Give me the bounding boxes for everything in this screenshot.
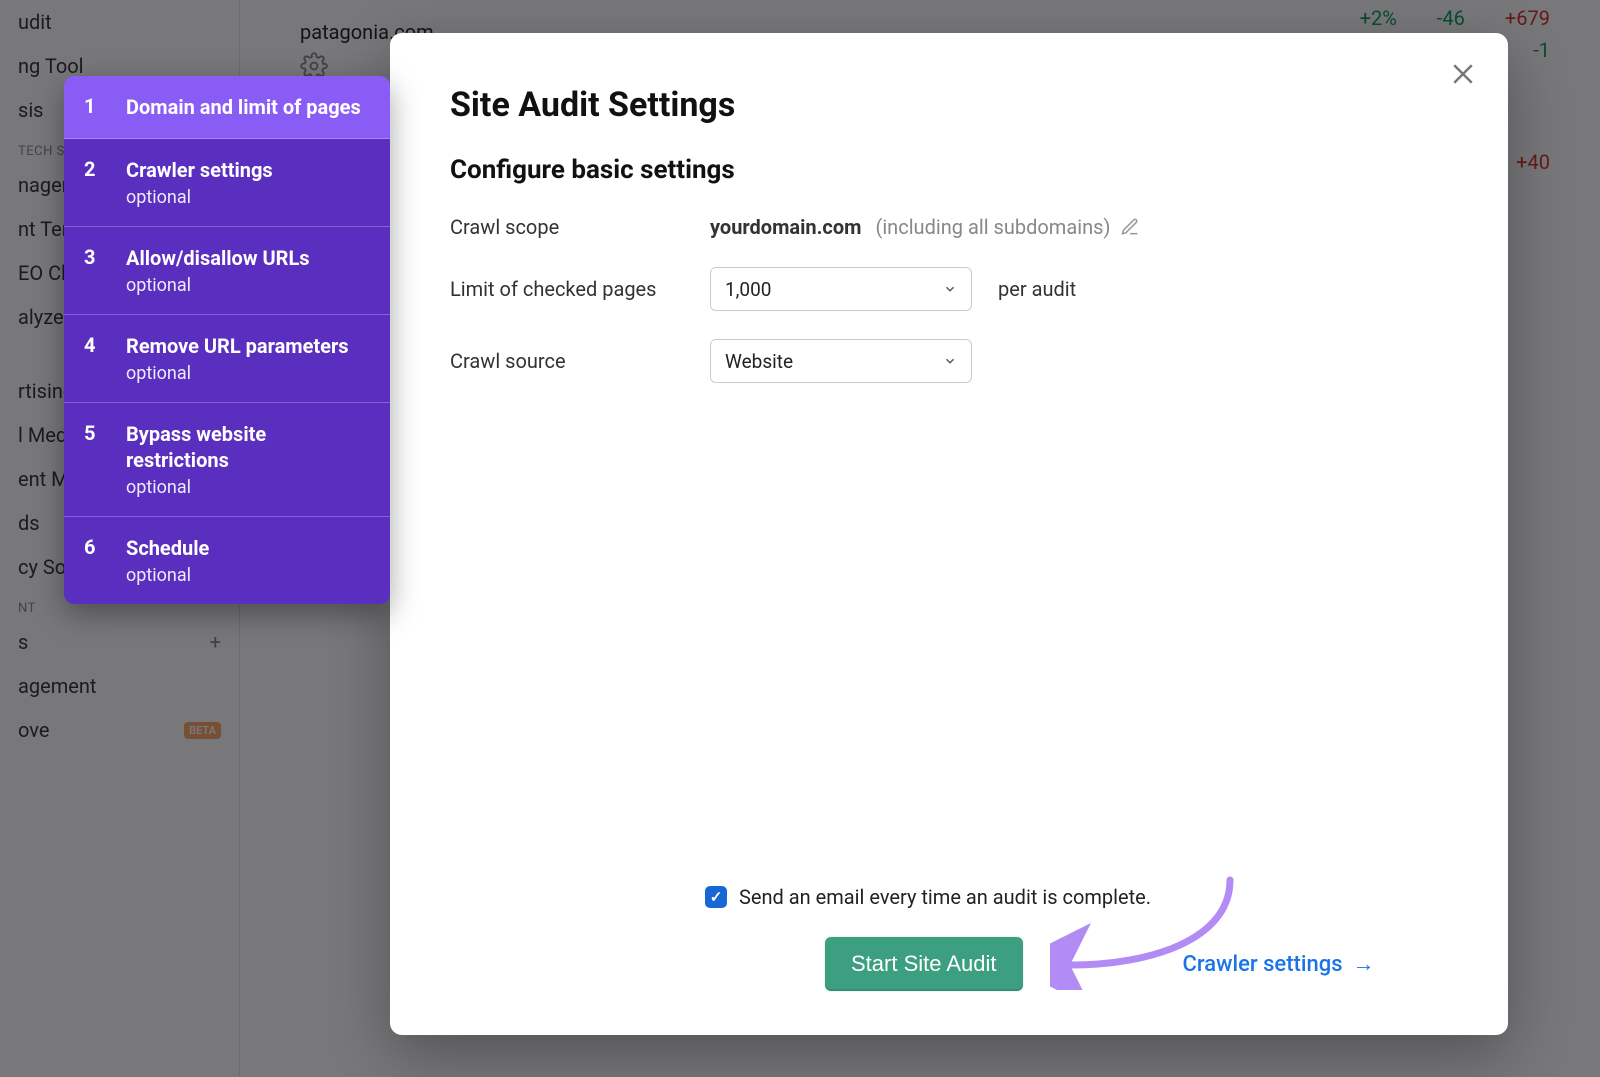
crawl-scope-value: yourdomain.com (710, 215, 861, 239)
chevron-down-icon (943, 282, 957, 296)
crawl-source-label: Crawl source (450, 349, 710, 373)
step-title: Remove URL parameters (126, 333, 370, 359)
limit-label: Limit of checked pages (450, 277, 710, 301)
step-crawler-settings[interactable]: 2 Crawler settings optional (64, 139, 390, 227)
modal-subtitle: Configure basic settings (450, 155, 1448, 185)
start-site-audit-button[interactable]: Start Site Audit (825, 937, 1023, 991)
step-optional: optional (126, 363, 370, 384)
step-number: 4 (84, 333, 102, 384)
step-optional: optional (126, 565, 370, 586)
step-domain-limit[interactable]: 1 Domain and limit of pages (64, 76, 390, 139)
arrow-right-icon: → (1353, 951, 1375, 977)
chevron-down-icon (943, 354, 957, 368)
modal-title: Site Audit Settings (450, 85, 1448, 125)
crawler-settings-link[interactable]: Crawler settings → (1183, 951, 1375, 977)
crawl-scope-label: Crawl scope (450, 215, 710, 239)
close-button[interactable] (1448, 59, 1478, 89)
crawl-scope-hint: (including all subdomains) (875, 215, 1110, 239)
step-optional: optional (126, 477, 370, 498)
step-optional: optional (126, 275, 370, 296)
step-title: Bypass website restrictions (126, 421, 370, 473)
limit-suffix: per audit (998, 277, 1076, 301)
email-notification-row: ✓ Send an email every time an audit is c… (450, 885, 1448, 909)
edit-icon[interactable] (1120, 217, 1140, 237)
email-checkbox-label: Send an email every time an audit is com… (739, 885, 1151, 909)
step-schedule[interactable]: 6 Schedule optional (64, 517, 390, 604)
site-audit-settings-modal: Site Audit Settings Configure basic sett… (390, 33, 1508, 1035)
step-optional: optional (126, 187, 370, 208)
crawl-scope-row: Crawl scope yourdomain.com (including al… (450, 215, 1448, 239)
close-icon (1448, 59, 1478, 89)
step-title: Allow/disallow URLs (126, 245, 370, 271)
step-number: 3 (84, 245, 102, 296)
step-title: Schedule (126, 535, 370, 561)
step-allow-disallow[interactable]: 3 Allow/disallow URLs optional (64, 227, 390, 315)
limit-select-value: 1,000 (725, 278, 771, 301)
limit-row: Limit of checked pages 1,000 per audit (450, 267, 1448, 311)
email-checkbox[interactable]: ✓ (705, 886, 727, 908)
step-title: Crawler settings (126, 157, 370, 183)
crawl-source-select[interactable]: Website (710, 339, 972, 383)
step-number: 6 (84, 535, 102, 586)
step-number: 1 (84, 94, 102, 120)
crawl-source-select-value: Website (725, 350, 793, 373)
modal-footer: ✓ Send an email every time an audit is c… (450, 885, 1448, 991)
step-number: 5 (84, 421, 102, 498)
step-title: Domain and limit of pages (126, 94, 370, 120)
step-number: 2 (84, 157, 102, 208)
crawler-settings-link-label: Crawler settings (1183, 952, 1343, 977)
limit-select[interactable]: 1,000 (710, 267, 972, 311)
crawl-source-row: Crawl source Website (450, 339, 1448, 383)
step-url-parameters[interactable]: 4 Remove URL parameters optional (64, 315, 390, 403)
settings-stepper: 1 Domain and limit of pages 2 Crawler se… (64, 76, 390, 604)
step-bypass-restrictions[interactable]: 5 Bypass website restrictions optional (64, 403, 390, 517)
